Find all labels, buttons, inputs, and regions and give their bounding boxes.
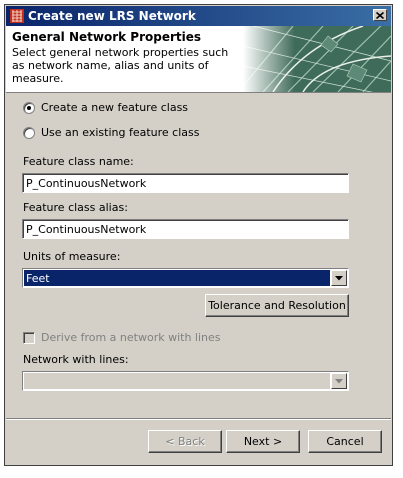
radio-button-selected[interactable] [23, 101, 35, 114]
title-bar[interactable]: Create new LRS Network [6, 6, 391, 26]
wizard-header: General Network Properties Select genera… [6, 26, 391, 93]
back-button: < Back [148, 430, 222, 453]
units-dropdown-button[interactable] [331, 270, 347, 286]
chevron-down-icon [335, 275, 343, 280]
use-existing-radio[interactable]: Use an existing feature class [23, 126, 199, 139]
derive-checkbox-label: Derive from a network with lines [41, 331, 221, 344]
feature-class-name-input[interactable]: P_ContinuousNetwork [22, 173, 349, 193]
window-title: Create new LRS Network [28, 9, 196, 23]
derive-checkbox-box [23, 331, 35, 344]
network-dropdown-button [331, 373, 347, 389]
chevron-down-icon [335, 378, 343, 383]
header-title: General Network Properties [12, 30, 202, 44]
next-button[interactable]: Next > [226, 430, 300, 453]
use-existing-label: Use an existing feature class [41, 126, 200, 139]
app-icon [10, 9, 24, 23]
units-selected-value: Feet [24, 270, 330, 286]
map-banner-image [243, 26, 391, 92]
close-button[interactable] [373, 9, 387, 21]
network-with-lines-value [24, 373, 330, 389]
create-new-label: Create a new feature class [41, 101, 189, 114]
footer-divider [6, 418, 391, 420]
units-of-measure-select[interactable]: Feet [22, 268, 349, 288]
feature-class-alias-label: Feature class alias: [23, 201, 128, 214]
create-new-radio[interactable]: Create a new feature class [23, 101, 188, 114]
tolerance-resolution-button[interactable]: Tolerance and Resolution [205, 294, 349, 317]
feature-class-alias-input[interactable]: P_ContinuousNetwork [22, 219, 349, 239]
units-of-measure-label: Units of measure: [23, 250, 121, 263]
cancel-button[interactable]: Cancel [308, 430, 382, 453]
feature-class-name-label: Feature class name: [23, 155, 134, 168]
network-with-lines-select [22, 371, 349, 391]
radio-button-unselected[interactable] [23, 126, 35, 139]
header-description: Select general network properties such a… [12, 46, 229, 85]
derive-network-checkbox: Derive from a network with lines [23, 331, 221, 344]
network-with-lines-label: Network with lines: [23, 353, 129, 366]
dialog-window: Create new LRS Network General Network P… [4, 4, 393, 466]
close-icon [376, 11, 384, 19]
